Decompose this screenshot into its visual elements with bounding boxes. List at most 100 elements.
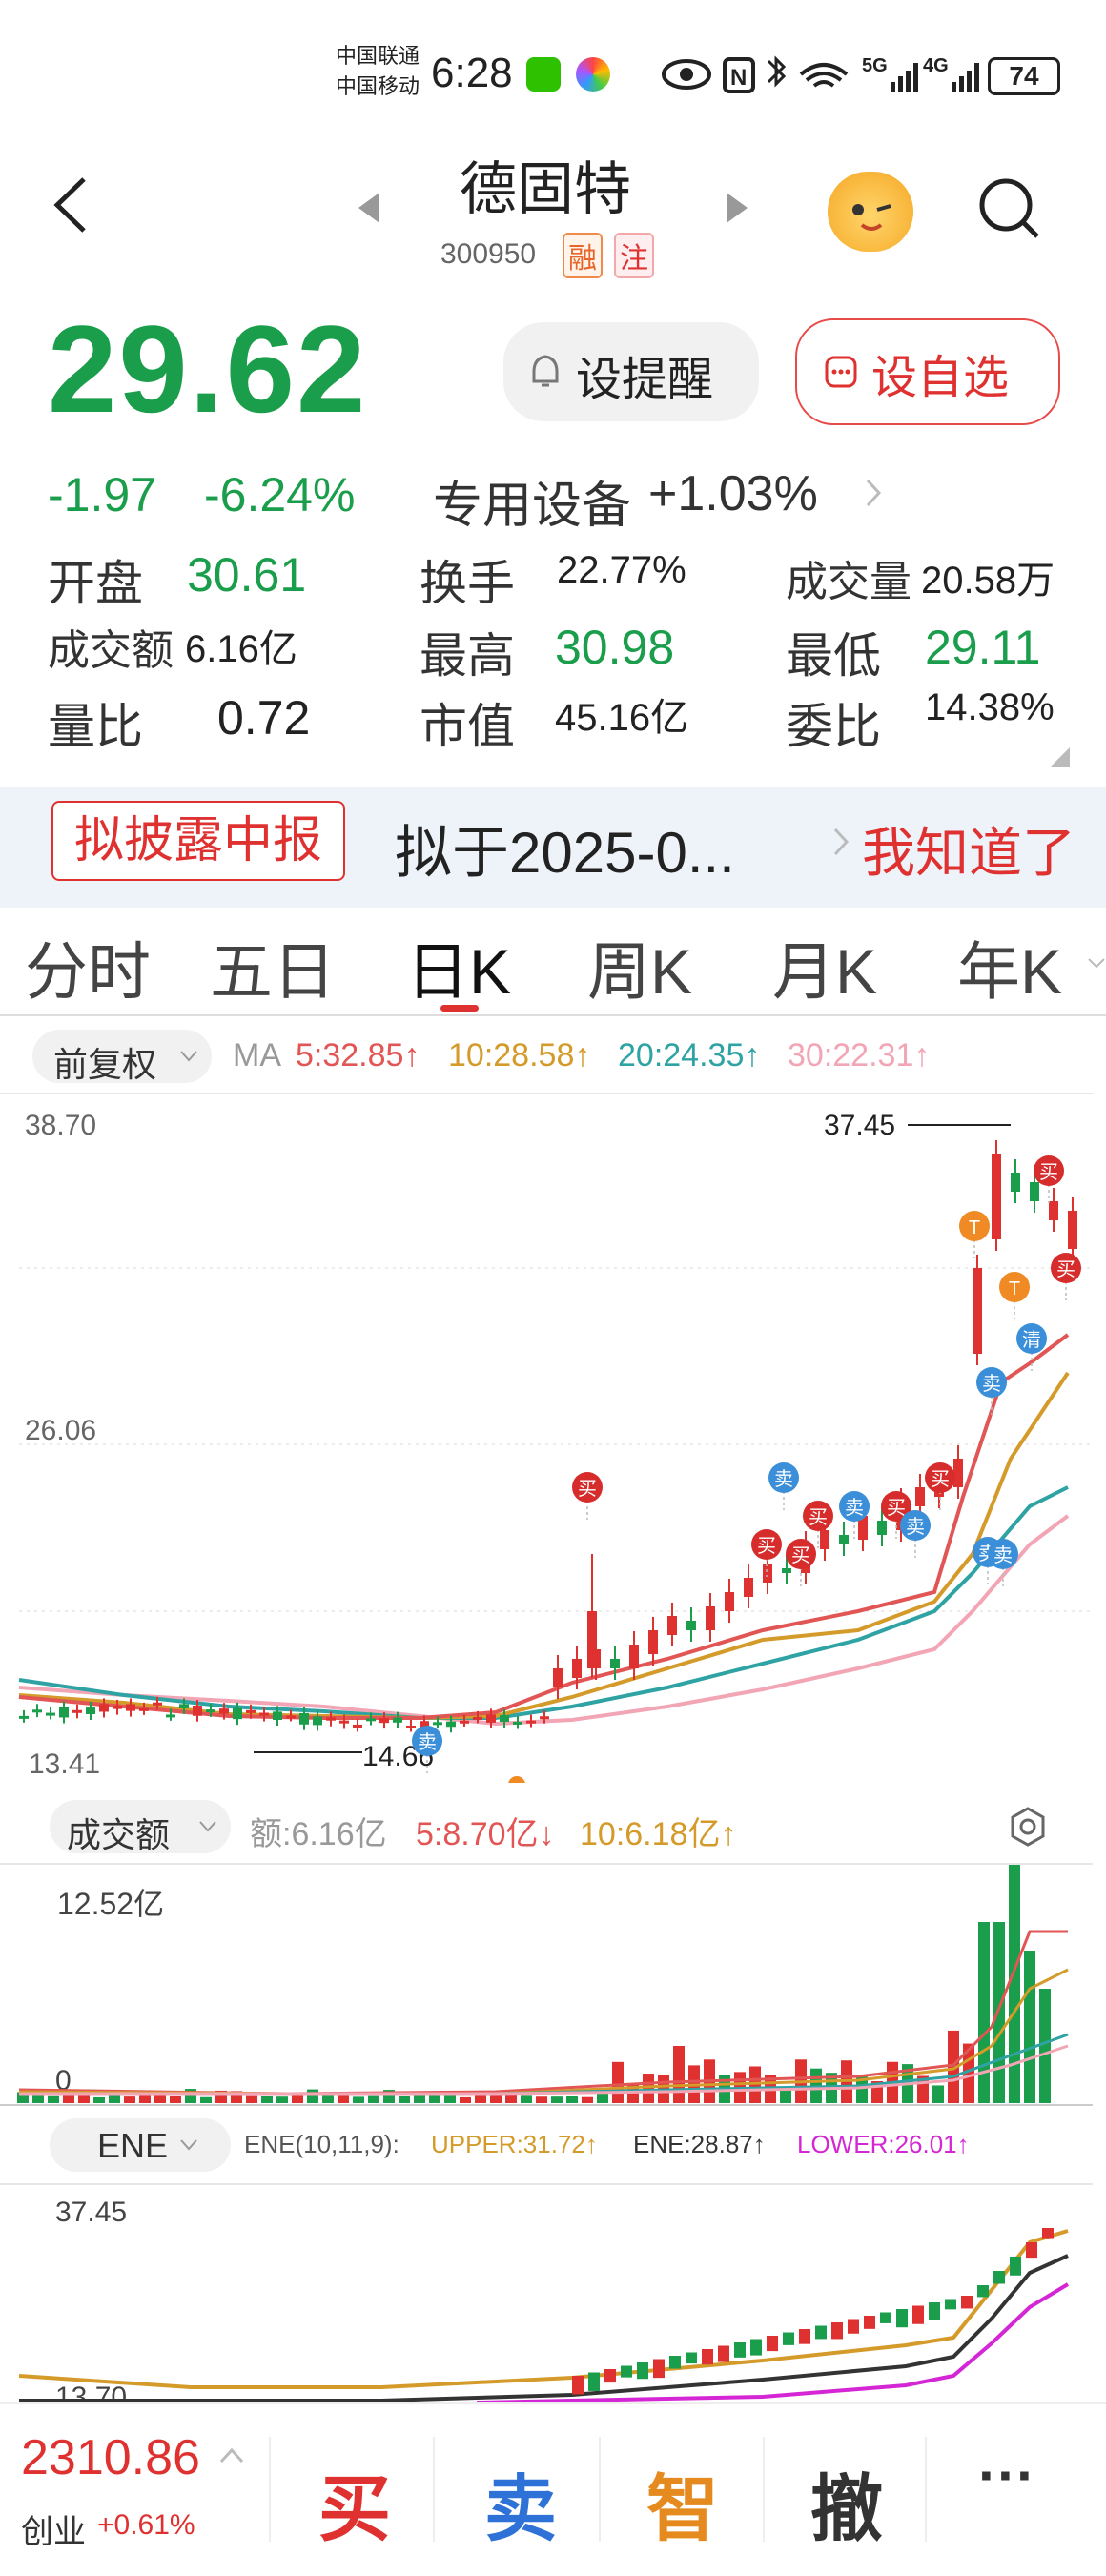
candle-body: [353, 1724, 362, 1728]
high-marker-label: 37.45: [824, 1110, 895, 1141]
adjust-selector[interactable]: 前复权: [32, 1030, 212, 1084]
tab-weekly-k[interactable]: 周K: [587, 921, 692, 1012]
volume-selector-label: 成交额: [67, 1815, 171, 1854]
candle-body: [763, 1564, 772, 1583]
settings-icon[interactable]: [1007, 1806, 1049, 1848]
volume-bar: [551, 2096, 563, 2103]
candle-body: [126, 1704, 135, 1711]
ma-label: MA: [233, 1037, 281, 1073]
price-change-pct: -6.24%: [204, 468, 356, 521]
indicator-selector[interactable]: ENE: [50, 2118, 231, 2172]
candle-body: [1068, 1211, 1077, 1249]
ene-candle: [929, 2302, 940, 2320]
candle-body: [273, 1711, 282, 1721]
volume-value: 20.58万: [921, 560, 1055, 602]
volume-chart[interactable]: [0, 1865, 1106, 2107]
ene-candle: [912, 2305, 924, 2324]
volume-bar: [48, 2095, 59, 2103]
mascot-icon[interactable]: [828, 172, 913, 252]
volume-bar: [582, 2096, 593, 2103]
index-value[interactable]: 2310.86: [21, 2429, 200, 2486]
volume-bar: [1039, 1989, 1051, 2103]
more-button[interactable]: ···: [978, 2443, 1035, 2508]
sector-name[interactable]: 专用设备: [433, 465, 631, 537]
volume-bar: [1009, 1865, 1020, 2103]
notice-banner[interactable]: 拟披露中报 拟于2025-0... 我知道了: [0, 787, 1106, 908]
back-icon[interactable]: [48, 172, 95, 238]
battery-icon: 74: [988, 57, 1060, 95]
set-alert-button[interactable]: 设提醒: [503, 322, 759, 421]
chevron-right-icon[interactable]: [864, 477, 883, 509]
signal-label: 买: [809, 1507, 828, 1528]
margin-tag: 融: [563, 233, 603, 278]
ene-candle: [572, 2376, 584, 2395]
ene-lower: LOWER:26.01↑: [797, 2130, 970, 2158]
ma5-value: 5:32.85↑: [296, 1037, 420, 1073]
candle-body: [686, 1621, 696, 1630]
price-change: -1.97: [48, 468, 156, 521]
ene-upper: UPPER:31.72↑: [431, 2130, 598, 2158]
candle-body: [629, 1645, 639, 1668]
candle-body: [313, 1716, 322, 1726]
candle-body: [473, 1716, 482, 1720]
search-icon[interactable]: [976, 175, 1043, 242]
sell-button[interactable]: 卖: [484, 2450, 557, 2555]
divider: [763, 2437, 765, 2542]
ene-chart[interactable]: [0, 2185, 1106, 2402]
volume-bar: [490, 2094, 502, 2103]
svg-text:N: N: [730, 65, 747, 91]
ene-candle: [750, 2339, 762, 2356]
bell-icon: [532, 355, 559, 387]
add-watchlist-button[interactable]: 设自选: [795, 318, 1060, 425]
order-ratio-label: 委比: [786, 700, 881, 753]
ene-candles: [572, 2228, 1054, 2395]
dismiss-button[interactable]: 我知道了: [862, 810, 1075, 888]
volume-selector[interactable]: 成交额: [50, 1800, 231, 1854]
next-stock-icon[interactable]: [723, 189, 751, 227]
tab-daily-k[interactable]: 日K: [406, 921, 511, 1012]
carrier-1: 中国联通: [336, 44, 420, 68]
candle-body: [19, 1715, 29, 1719]
buy-button[interactable]: 买: [318, 2450, 391, 2555]
candle-body: [915, 1487, 925, 1506]
active-tab-indicator: [440, 1005, 479, 1012]
ene-candle: [718, 2345, 729, 2362]
cancel-order-button[interactable]: 撤: [810, 2450, 883, 2555]
volume-bar: [399, 2096, 410, 2103]
tab-intraday[interactable]: 分时: [25, 921, 151, 1012]
candle-body: [233, 1707, 242, 1720]
tab-five-day[interactable]: 五日: [210, 921, 336, 1012]
divider: [269, 2437, 271, 2542]
candle-body: [587, 1611, 597, 1668]
volume-bar: [932, 2085, 944, 2103]
ene-candle: [961, 2296, 973, 2309]
ene-candle: [767, 2336, 778, 2352]
candle-body: [246, 1709, 256, 1713]
scroll-dot[interactable]: [508, 1776, 525, 1783]
smart-button[interactable]: 智: [646, 2450, 719, 2555]
amount-label: 成交额: [48, 627, 174, 674]
tab-yearly-k[interactable]: 年K: [957, 921, 1062, 1012]
signal-icon: [891, 63, 979, 92]
sector-change[interactable]: +1.03%: [648, 465, 818, 522]
chevron-up-icon[interactable]: [219, 2446, 244, 2465]
prev-stock-icon[interactable]: [355, 189, 383, 227]
signal-label: 清: [1022, 1329, 1041, 1351]
chevron-down-icon: [180, 2139, 197, 2151]
expand-corner-icon[interactable]: [1049, 746, 1072, 768]
candle-body: [725, 1592, 734, 1611]
candle-body: [1030, 1182, 1039, 1201]
kline-chart[interactable]: 37.45 14.66 卖买卖买卖买卖买买买卖卖TT买清买卖: [0, 1096, 1106, 1783]
volume-label: 成交量: [786, 559, 911, 605]
candle-body: [526, 1720, 536, 1724]
tab-monthly-k[interactable]: 月K: [772, 921, 877, 1012]
candle-body: [219, 1708, 229, 1714]
candle-body: [46, 1712, 55, 1716]
clock: 6:28: [431, 50, 513, 96]
signal-label: T: [1009, 1278, 1020, 1299]
market-cap-label: 市值: [420, 700, 515, 753]
volume-bar: [246, 2095, 257, 2103]
tabs-more-icon[interactable]: [1087, 953, 1106, 972]
candle-body: [667, 1616, 677, 1635]
candle-body: [406, 1725, 416, 1728]
